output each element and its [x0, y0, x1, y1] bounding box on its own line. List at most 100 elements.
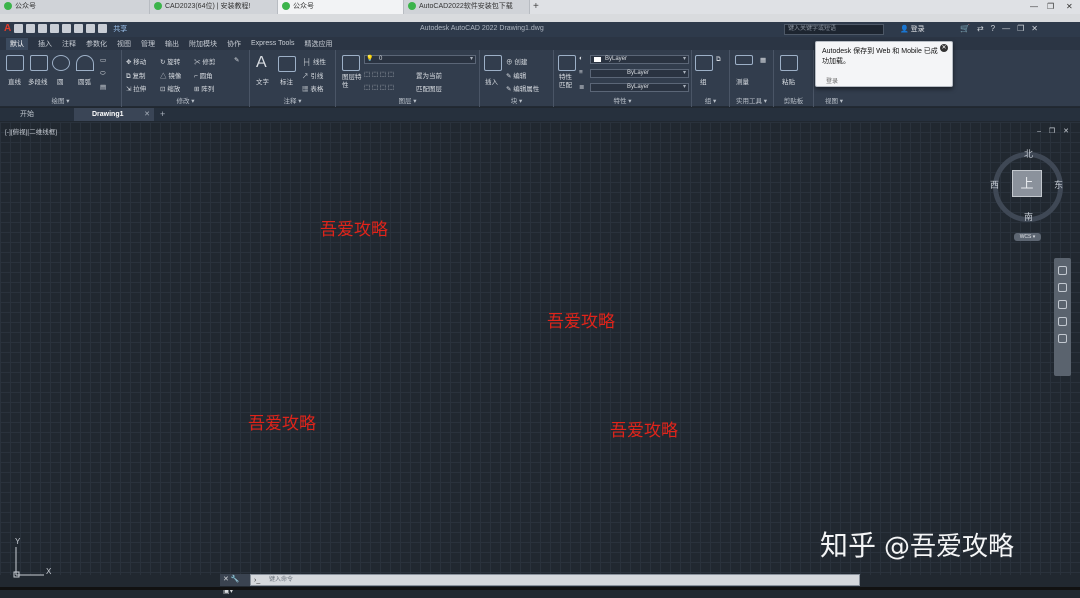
- layer-properties-button[interactable]: 图层特性: [342, 74, 362, 90]
- leader-button[interactable]: ↗ 引线: [302, 70, 323, 80]
- mirror-button[interactable]: △ 镜像: [160, 70, 181, 80]
- calculator-icon[interactable]: ▦: [760, 56, 766, 64]
- new-file-icon[interactable]: [14, 24, 24, 33]
- match-properties-button[interactable]: 特性匹配: [559, 74, 575, 90]
- print-icon[interactable]: [74, 24, 84, 33]
- browser-tab[interactable]: 公众号: [0, 0, 150, 14]
- tab-collaborate[interactable]: 协作: [227, 39, 241, 49]
- help-button[interactable]: ?: [991, 24, 995, 33]
- viewcube-top-face[interactable]: 上: [1012, 170, 1042, 197]
- color-dropdown[interactable]: ByLayer ▾: [590, 55, 689, 64]
- copy-button[interactable]: ⧉ 复制: [126, 70, 145, 81]
- circle-button[interactable]: 圆: [57, 76, 64, 86]
- modify-panel-title[interactable]: 修改 ▾: [122, 95, 249, 105]
- linetype-dropdown[interactable]: ByLayer ▾: [590, 69, 689, 78]
- dimension-button[interactable]: 标注: [280, 76, 293, 86]
- clipboard-panel-title[interactable]: 剪贴板: [774, 95, 813, 105]
- properties-panel-title[interactable]: 特性 ▾: [554, 95, 691, 105]
- fillet-button[interactable]: ⌐ 圆角: [194, 70, 213, 80]
- stretch-button[interactable]: ⇲ 拉伸: [126, 83, 146, 93]
- minimize-button[interactable]: —: [1002, 24, 1010, 33]
- close-button[interactable]: ✕: [1031, 24, 1038, 33]
- tab-annotate[interactable]: 注释: [62, 39, 76, 49]
- text-button[interactable]: 文字: [256, 76, 269, 86]
- match-properties-icon[interactable]: [558, 55, 576, 71]
- undo-icon[interactable]: [86, 24, 96, 33]
- annotation-panel-title[interactable]: 注释 ▾: [250, 95, 335, 105]
- table-icon[interactable]: ▤: [100, 83, 106, 91]
- move-button[interactable]: ✥ 移动: [126, 56, 146, 66]
- minimize-button[interactable]: —: [1030, 0, 1038, 14]
- tab-parametric[interactable]: 参数化: [86, 39, 107, 49]
- new-tab-button[interactable]: +: [533, 0, 539, 14]
- line-icon[interactable]: [6, 55, 24, 71]
- popup-login-link[interactable]: 登录: [826, 76, 838, 85]
- erase-icon[interactable]: ✎: [234, 56, 239, 64]
- array-button[interactable]: ⊞ 阵列: [194, 83, 214, 93]
- drawing-canvas[interactable]: [0, 122, 1080, 575]
- linear-button[interactable]: ├┤ 线性: [302, 56, 326, 66]
- layer-tools-icon[interactable]: ⬚ ⬚ ⬚ ⬚: [364, 83, 394, 91]
- browser-tab[interactable]: CAD2023(64位) | 安装教程!: [150, 0, 278, 14]
- paste-button[interactable]: 粘贴: [782, 76, 795, 86]
- viewcube-north[interactable]: 北: [1024, 147, 1033, 160]
- rotate-button[interactable]: ↻ 旋转: [160, 56, 180, 66]
- orbit-icon[interactable]: [1058, 317, 1067, 326]
- viewport-controls-label[interactable]: [-][俯视][二维线框]: [5, 126, 57, 136]
- exchange-icon[interactable]: ⇄: [977, 24, 984, 33]
- command-line-icons[interactable]: ✕ 🔧 ▣▾: [220, 574, 250, 595]
- viewport-window-controls[interactable]: – ❐ ✕: [1037, 127, 1072, 135]
- new-drawing-button[interactable]: +: [160, 108, 165, 121]
- arc-icon[interactable]: [76, 55, 94, 71]
- measure-button[interactable]: 测量: [736, 76, 749, 86]
- insert-block-icon[interactable]: [484, 55, 502, 71]
- table-button[interactable]: ▦ 表格: [302, 83, 323, 93]
- save-as-icon[interactable]: [50, 24, 60, 33]
- edit-attributes-button[interactable]: ✎ 编辑属性: [506, 83, 539, 93]
- close-icon[interactable]: ✕: [144, 108, 150, 121]
- rectangle-icon[interactable]: ▭: [100, 56, 106, 64]
- tab-express-tools[interactable]: Express Tools: [251, 40, 294, 47]
- pan-icon[interactable]: [1058, 283, 1067, 292]
- circle-icon[interactable]: [52, 55, 70, 71]
- hatch-icon[interactable]: ⬭: [100, 70, 106, 78]
- viewcube-east[interactable]: 东: [1054, 178, 1063, 191]
- tab-view[interactable]: 视图: [117, 39, 131, 49]
- tab-start[interactable]: 开始: [2, 108, 72, 121]
- share-button[interactable]: 共享: [113, 24, 127, 34]
- login-button[interactable]: 👤 登录: [900, 24, 925, 34]
- set-current-button[interactable]: 置为当前: [416, 70, 442, 80]
- layer-tools-icon[interactable]: ⬚ ⬚ ⬚ ⬚: [364, 70, 394, 78]
- restore-button[interactable]: ❐: [1017, 24, 1024, 33]
- linetype-icon[interactable]: ≡: [579, 69, 583, 76]
- tab-manage[interactable]: 管理: [141, 39, 155, 49]
- showmotion-icon[interactable]: [1058, 334, 1067, 343]
- command-line[interactable]: ›_ 键入命令: [250, 574, 860, 586]
- command-input[interactable]: 键入命令: [269, 575, 293, 586]
- arc-button[interactable]: 圆弧: [78, 76, 91, 86]
- edit-block-button[interactable]: ✎ 编辑: [506, 70, 526, 80]
- steering-wheel-icon[interactable]: [1058, 266, 1067, 275]
- color-wheel-icon[interactable]: ◐: [579, 55, 583, 62]
- draw-panel-title[interactable]: 绘图 ▾: [0, 95, 121, 105]
- redo-icon[interactable]: [98, 24, 108, 33]
- close-button[interactable]: ✕: [1066, 0, 1073, 14]
- groups-panel-title[interactable]: 组 ▾: [692, 95, 729, 105]
- polyline-button[interactable]: 多段线: [28, 76, 48, 86]
- view-panel-title[interactable]: 视图 ▾: [814, 95, 854, 105]
- measure-icon[interactable]: [735, 55, 753, 65]
- browser-tab[interactable]: AutoCAD2022软件安装包下载: [404, 0, 530, 14]
- dimension-icon[interactable]: [278, 56, 296, 72]
- tab-drawing1[interactable]: Drawing1 ✕: [74, 108, 154, 121]
- line-button[interactable]: 直线: [8, 76, 21, 86]
- autocad-logo-icon[interactable]: A: [4, 23, 11, 34]
- block-panel-title[interactable]: 块 ▾: [480, 95, 553, 105]
- zoom-icon[interactable]: [1058, 300, 1067, 309]
- create-block-button[interactable]: ⊕ 创建: [506, 56, 527, 66]
- scale-button[interactable]: ⊡ 缩放: [160, 83, 180, 93]
- browser-tab-active[interactable]: 公众号: [278, 0, 404, 14]
- search-input[interactable]: 键入关键字或短语: [784, 24, 884, 35]
- wcs-dropdown[interactable]: WCS ▾: [1014, 233, 1041, 241]
- open-file-icon[interactable]: [26, 24, 36, 33]
- paste-icon[interactable]: [780, 55, 798, 71]
